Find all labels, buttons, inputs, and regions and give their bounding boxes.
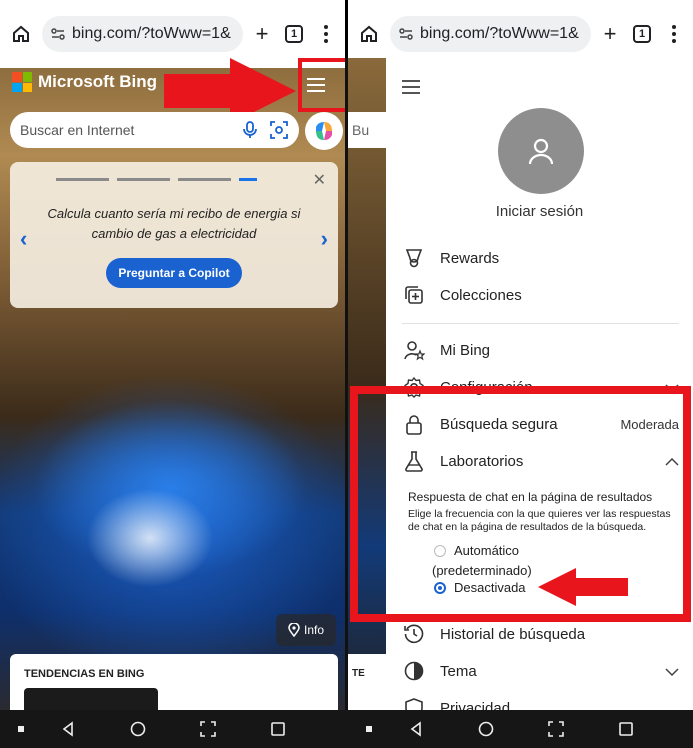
screen-separator <box>345 58 348 710</box>
kebab-icon <box>672 25 676 43</box>
menu-item-collections[interactable]: Colecciones <box>402 281 679 309</box>
annotation-highlight-box <box>298 58 345 112</box>
person-star-icon <box>402 338 426 362</box>
home-nav-icon[interactable] <box>130 721 146 737</box>
url-text: bing.com/?toWww=1& <box>72 25 231 42</box>
bing-logo[interactable]: Microsoft Bing <box>12 72 157 92</box>
copilot-button[interactable] <box>305 112 343 150</box>
ask-copilot-button[interactable]: Preguntar a Copilot <box>106 258 242 288</box>
tab-switcher-button[interactable]: 1 <box>629 19 655 49</box>
location-pin-icon <box>288 623 300 637</box>
menu-divider <box>402 323 679 324</box>
menu-item-privacy[interactable]: Privacidad <box>402 694 679 710</box>
site-settings-icon[interactable] <box>398 26 414 42</box>
image-info-button[interactable]: Info <box>276 614 336 646</box>
menu-label: Colecciones <box>440 286 522 304</box>
menu-hamburger-icon[interactable] <box>402 80 420 94</box>
chevron-right-icon[interactable]: › <box>321 226 328 252</box>
right-phone-screen: bing.com/?toWww=1& + 1 Bu TE Iniciar ses… <box>348 0 693 710</box>
url-text: bing.com/?toWww=1& <box>420 25 579 42</box>
back-icon[interactable] <box>408 721 424 737</box>
trending-thumbnail[interactable] <box>24 688 158 710</box>
screenshot-root: bing.com/?toWww=1& + 1 Microsoft Bing Bu… <box>0 0 693 748</box>
home-nav-icon[interactable] <box>478 721 494 737</box>
trending-card[interactable]: TENDENCIAS EN BING <box>10 654 338 710</box>
avatar[interactable] <box>498 108 584 194</box>
browser-menu-button[interactable] <box>661 19 687 49</box>
menu-label: Mi Bing <box>440 341 491 359</box>
menu-item-theme[interactable]: Tema <box>402 657 679 685</box>
new-tab-button[interactable]: + <box>597 19 623 49</box>
theme-icon <box>402 659 426 683</box>
trending-title: TENDENCIAS EN BING <box>24 668 145 680</box>
menu-item-history[interactable]: Historial de búsqueda <box>402 620 679 648</box>
left-phone-screen: bing.com/?toWww=1& + 1 Microsoft Bing Bu… <box>0 0 345 710</box>
search-placeholder: Buscar en Internet <box>20 122 135 138</box>
close-icon[interactable]: ✕ <box>313 170 326 190</box>
site-settings-icon[interactable] <box>50 26 66 42</box>
annotation-highlight-box <box>350 386 691 622</box>
annotation-arrow-left-icon <box>538 568 628 606</box>
nav-dot-icon <box>366 726 372 732</box>
browser-menu-button[interactable] <box>313 19 339 49</box>
history-icon <box>402 622 426 646</box>
bing-search-input[interactable]: Buscar en Internet <box>10 112 299 148</box>
user-icon <box>528 138 554 165</box>
menu-label: Tema <box>440 662 477 680</box>
home-icon[interactable] <box>6 19 36 49</box>
promo-card: ✕ ‹ › Calcula cuanto sería mi recibo de … <box>10 162 338 308</box>
tab-switcher-button[interactable]: 1 <box>281 19 307 49</box>
home-icon[interactable] <box>354 19 384 49</box>
menu-item-mybing[interactable]: Mi Bing <box>402 336 679 364</box>
chevron-down-icon <box>665 663 679 679</box>
bing-background-image <box>0 58 345 710</box>
microphone-icon[interactable] <box>241 120 259 140</box>
menu-item-rewards[interactable]: Rewards <box>402 244 679 272</box>
trophy-icon <box>402 246 426 270</box>
shield-icon <box>402 696 426 710</box>
chevron-left-icon[interactable]: ‹ <box>20 226 27 252</box>
tab-count: 1 <box>633 25 651 43</box>
partial-trending-card: TE <box>348 654 388 710</box>
address-bar[interactable]: bing.com/?toWww=1& <box>390 16 591 52</box>
info-label: Info <box>303 623 324 637</box>
promo-text: Calcula cuanto sería mi recibo de energi… <box>47 206 301 241</box>
bing-brand-text: Microsoft Bing <box>38 72 157 91</box>
signin-link[interactable]: Iniciar sesión <box>386 203 693 220</box>
copilot-icon <box>316 122 332 140</box>
kebab-icon <box>324 25 328 43</box>
menu-label: Rewards <box>440 249 500 267</box>
menu-label: Historial de búsqueda <box>440 625 586 643</box>
tab-count: 1 <box>285 25 303 43</box>
menu-label: Privacidad <box>440 699 511 711</box>
recents-icon[interactable] <box>618 721 634 737</box>
android-navigation-bar <box>0 710 693 748</box>
nav-dot-icon <box>18 726 24 732</box>
carousel-indicator <box>56 178 257 181</box>
screenshot-icon[interactable] <box>200 721 216 737</box>
address-bar[interactable]: bing.com/?toWww=1& <box>42 16 243 52</box>
partial-search-box: Bu <box>348 112 388 148</box>
back-icon[interactable] <box>60 721 76 737</box>
microsoft-logo-icon <box>12 72 32 92</box>
collections-icon <box>402 283 426 307</box>
visual-search-icon[interactable] <box>269 120 289 140</box>
new-tab-button[interactable]: + <box>249 19 275 49</box>
screenshot-icon[interactable] <box>548 721 564 737</box>
recents-icon[interactable] <box>270 721 286 737</box>
